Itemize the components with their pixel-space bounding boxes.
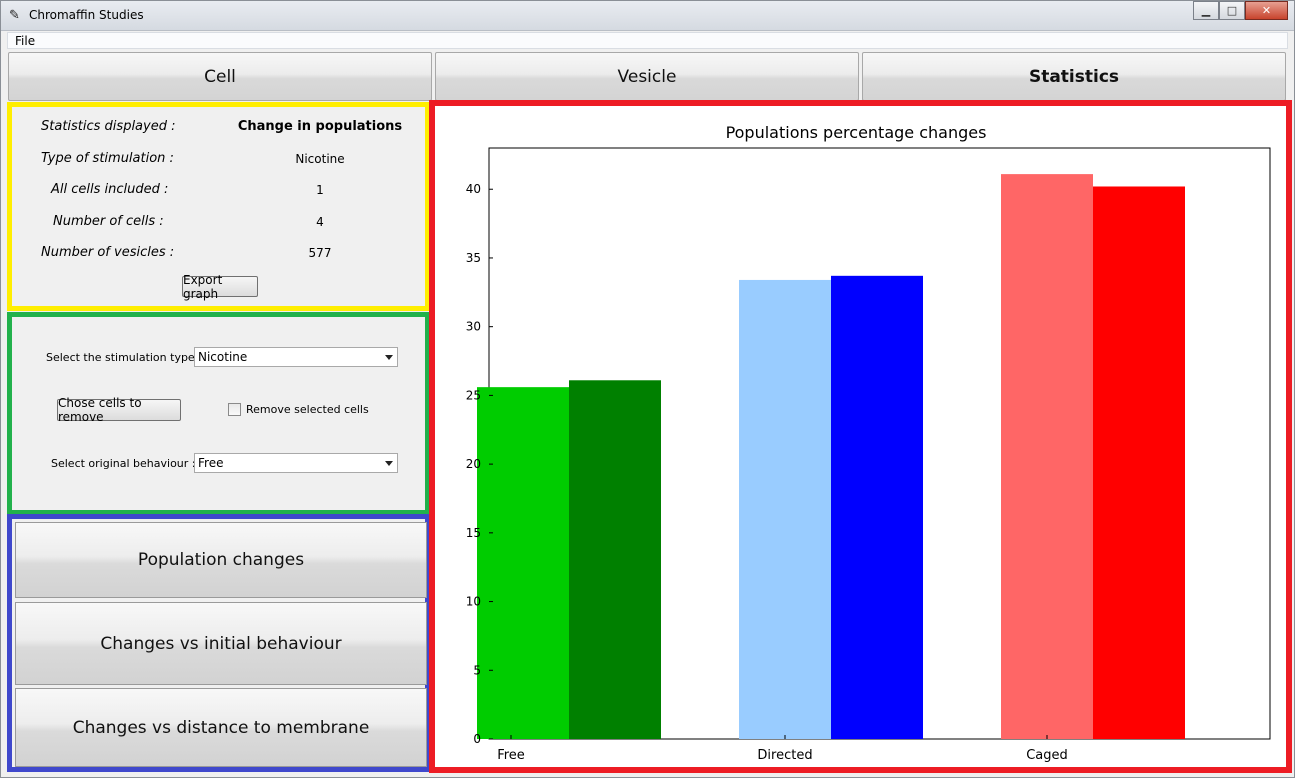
title-bar: ✎ Chromaffin Studies ▁ □ ✕ [1,1,1294,31]
stimulation-type-select-label: Select the stimulation type : [46,351,202,364]
x-tick-label: Free [497,748,525,763]
close-button[interactable]: ✕ [1245,1,1288,20]
chart-title: Populations percentage changes [726,123,987,142]
tab-statistics[interactable]: Statistics [862,52,1286,101]
y-tick-label: 10 [466,595,481,609]
all-cells-label: All cells included : [51,182,169,197]
bar-free-2 [569,380,661,739]
original-behaviour-select-value: Free [198,456,224,470]
tab-vesicle[interactable]: Vesicle [435,52,859,101]
chart-panel: Populations percentage changes 0 5 10 15 20 2… [429,100,1292,773]
chevron-down-icon [385,355,393,360]
menu-bar: File [7,32,1288,49]
changes-vs-initial-behaviour-button[interactable]: Changes vs initial behaviour [15,602,427,685]
y-tick-label: 25 [466,388,481,402]
y-tick-label: 5 [473,663,481,677]
export-graph-button[interactable]: Export graph [182,273,258,301]
changes-vs-distance-to-membrane-button[interactable]: Changes vs distance to membrane [15,688,427,767]
original-behaviour-select[interactable]: Free [194,453,398,473]
y-tick-label: 35 [466,251,481,265]
x-tick-label: Caged [1026,748,1068,763]
statistics-info-panel: Statistics displayed : Change in populat… [7,102,430,311]
number-of-cells-value: 4 [316,215,324,229]
population-changes-chart: Populations percentage changes 0 5 10 15 20 2… [466,123,1271,763]
tab-cell[interactable]: Cell [8,52,432,101]
y-tick-label: 20 [466,457,481,471]
graph-type-panel: Population changes Changes vs initial be… [7,514,430,772]
bar-caged-2 [1093,186,1185,740]
remove-selected-cells-label: Remove selected cells [246,403,369,416]
y-tick-label: 15 [466,526,481,540]
bar-directed-1 [739,279,831,739]
bar-directed-2 [831,275,923,739]
statistics-displayed-value: Change in populations [237,119,403,134]
bar-caged-1 [1001,174,1093,739]
stimulation-type-label: Type of stimulation : [41,151,174,166]
x-tick-label: Directed [757,748,812,763]
y-tick-label: 40 [466,182,481,196]
menu-file[interactable]: File [15,34,35,48]
stimulation-type-value: Nicotine [295,152,345,166]
chevron-down-icon [385,461,393,466]
selection-controls-panel: Select the stimulation type : Nicotine C… [7,312,430,515]
number-of-vesicles-value: 577 [308,246,332,260]
stimulation-type-select[interactable]: Nicotine [194,347,398,367]
app-window: ✎ Chromaffin Studies ▁ □ ✕ File Cell Ves… [0,0,1295,778]
app-feather-icon: ✎ [9,8,20,23]
population-changes-button[interactable]: Population changes [15,522,427,598]
remove-selected-cells-checkbox[interactable] [228,403,241,416]
minimize-button[interactable]: ▁ [1193,1,1219,20]
bar-free-1 [477,387,569,739]
original-behaviour-select-label: Select original behaviour : [51,457,196,470]
chose-cells-to-remove-button[interactable]: Chose cells to remove [57,396,181,424]
all-cells-value: 1 [316,183,324,197]
window-title: Chromaffin Studies [29,8,144,22]
statistics-displayed-label: Statistics displayed : [41,119,176,134]
maximize-button[interactable]: □ [1219,1,1245,20]
stimulation-type-select-value: Nicotine [198,350,248,364]
y-tick-label: 30 [466,320,481,334]
y-tick-label: 0 [473,732,481,746]
number-of-vesicles-label: Number of vesicles : [41,245,175,260]
number-of-cells-label: Number of cells : [53,214,164,229]
